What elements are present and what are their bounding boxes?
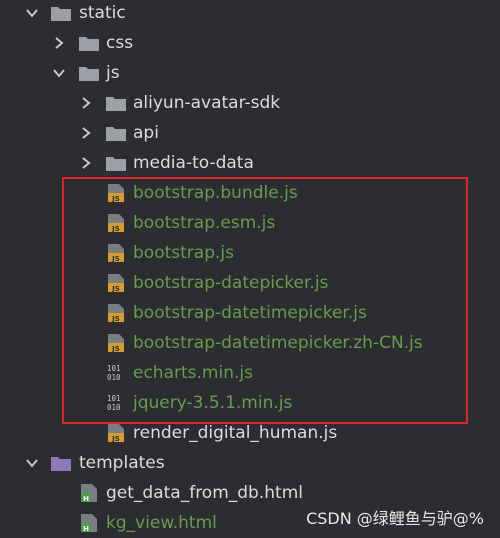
tree-label-file: bootstrap-datetimepicker.js (133, 303, 367, 323)
project-tree: static css js aliyun-avatar-sdk api medi… (0, 0, 500, 537)
tree-row-templates[interactable]: templates (0, 448, 500, 478)
chevron-down-icon[interactable] (24, 455, 40, 471)
svg-text:JS: JS (111, 345, 120, 353)
chevron-down-icon[interactable] (24, 5, 40, 21)
tree-row-static[interactable]: static (0, 0, 500, 28)
tree-label-file: echarts.min.js (133, 363, 253, 383)
tree-label-get-data-from-db: get_data_from_db.html (106, 483, 303, 503)
svg-text:010: 010 (107, 403, 121, 412)
folder-icon (51, 7, 71, 21)
tree-label-templates: templates (79, 453, 165, 473)
tree-label-file: bootstrap-datepicker.js (133, 273, 329, 293)
chevron-right-icon[interactable] (51, 35, 67, 51)
tree-row-media-to-data[interactable]: media-to-data (0, 148, 500, 178)
binary-file-icon: 101010 (107, 394, 121, 412)
svg-text:101: 101 (107, 394, 121, 403)
js-file-icon: JS (108, 214, 124, 233)
svg-text:JS: JS (111, 195, 120, 203)
js-file-icon: JS (108, 184, 124, 203)
tree-label-file: bootstrap.esm.js (133, 213, 276, 233)
tree-row-css[interactable]: css (0, 28, 500, 58)
tree-row-file[interactable]: JS bootstrap-datepicker.js (0, 268, 500, 298)
js-file-icon: JS (108, 424, 124, 443)
folder-icon (106, 97, 126, 111)
tree-label-api: api (133, 123, 159, 143)
folder-icon (79, 37, 99, 51)
js-file-icon: JS (108, 334, 124, 353)
tree-label-css: css (106, 33, 134, 53)
tree-row-render-digital-human[interactable]: JS render_digital_human.js (0, 418, 500, 448)
tree-label-static: static (79, 3, 126, 23)
tree-row-file[interactable]: JS bootstrap.esm.js (0, 208, 500, 238)
svg-text:101: 101 (107, 364, 121, 373)
html-file-icon: H (81, 514, 97, 533)
tree-row-file[interactable]: JS bootstrap-datetimepicker.zh-CN.js (0, 328, 500, 358)
folder-icon (51, 457, 71, 471)
svg-text:H: H (83, 495, 89, 503)
svg-text:JS: JS (111, 435, 120, 443)
tree-label-file: bootstrap-datetimepicker.zh-CN.js (133, 333, 423, 353)
svg-text:H: H (83, 525, 89, 533)
js-file-icon: JS (108, 244, 124, 263)
chevron-right-icon[interactable] (78, 155, 94, 171)
tree-label-media-to-data: media-to-data (133, 153, 254, 173)
tree-label-kg-view: kg_view.html (106, 513, 217, 533)
tree-row-file[interactable]: JS bootstrap.bundle.js (0, 178, 500, 208)
folder-icon (79, 67, 99, 81)
js-file-icon: JS (108, 274, 124, 293)
tree-row-aliyun-avatar-sdk[interactable]: aliyun-avatar-sdk (0, 88, 500, 118)
folder-icon (106, 157, 126, 171)
watermark: CSDN @绿鲤鱼与驴@% (306, 509, 484, 528)
tree-row-get-data-from-db[interactable]: H get_data_from_db.html (0, 478, 500, 508)
tree-label-aliyun-avatar-sdk: aliyun-avatar-sdk (133, 93, 281, 113)
js-file-icon: JS (108, 304, 124, 323)
chevron-right-icon[interactable] (78, 125, 94, 141)
html-file-icon: H (81, 484, 97, 503)
tree-row-api[interactable]: api (0, 118, 500, 148)
svg-text:JS: JS (111, 225, 120, 233)
tree-label-js: js (106, 63, 120, 83)
svg-text:JS: JS (111, 285, 120, 293)
tree-row-file[interactable]: JS bootstrap-datetimepicker.js (0, 298, 500, 328)
chevron-right-icon[interactable] (78, 95, 94, 111)
tree-row-file[interactable]: 101 010 echarts.min.js (0, 358, 500, 388)
svg-text:JS: JS (111, 255, 120, 263)
folder-icon (106, 127, 126, 141)
chevron-down-icon[interactable] (51, 65, 67, 81)
tree-row-file[interactable]: JS bootstrap.js (0, 238, 500, 268)
tree-label-file: bootstrap.js (133, 243, 234, 263)
binary-file-icon: 101010 (107, 364, 121, 382)
svg-text:010: 010 (107, 373, 121, 382)
tree-label-render-digital-human: render_digital_human.js (133, 423, 338, 443)
tree-row-file[interactable]: 101 010 jquery-3.5.1.min.js (0, 388, 500, 418)
svg-text:JS: JS (111, 315, 120, 323)
tree-label-file: jquery-3.5.1.min.js (133, 393, 293, 413)
tree-label-file: bootstrap.bundle.js (133, 183, 298, 203)
tree-row-js[interactable]: js (0, 58, 500, 88)
